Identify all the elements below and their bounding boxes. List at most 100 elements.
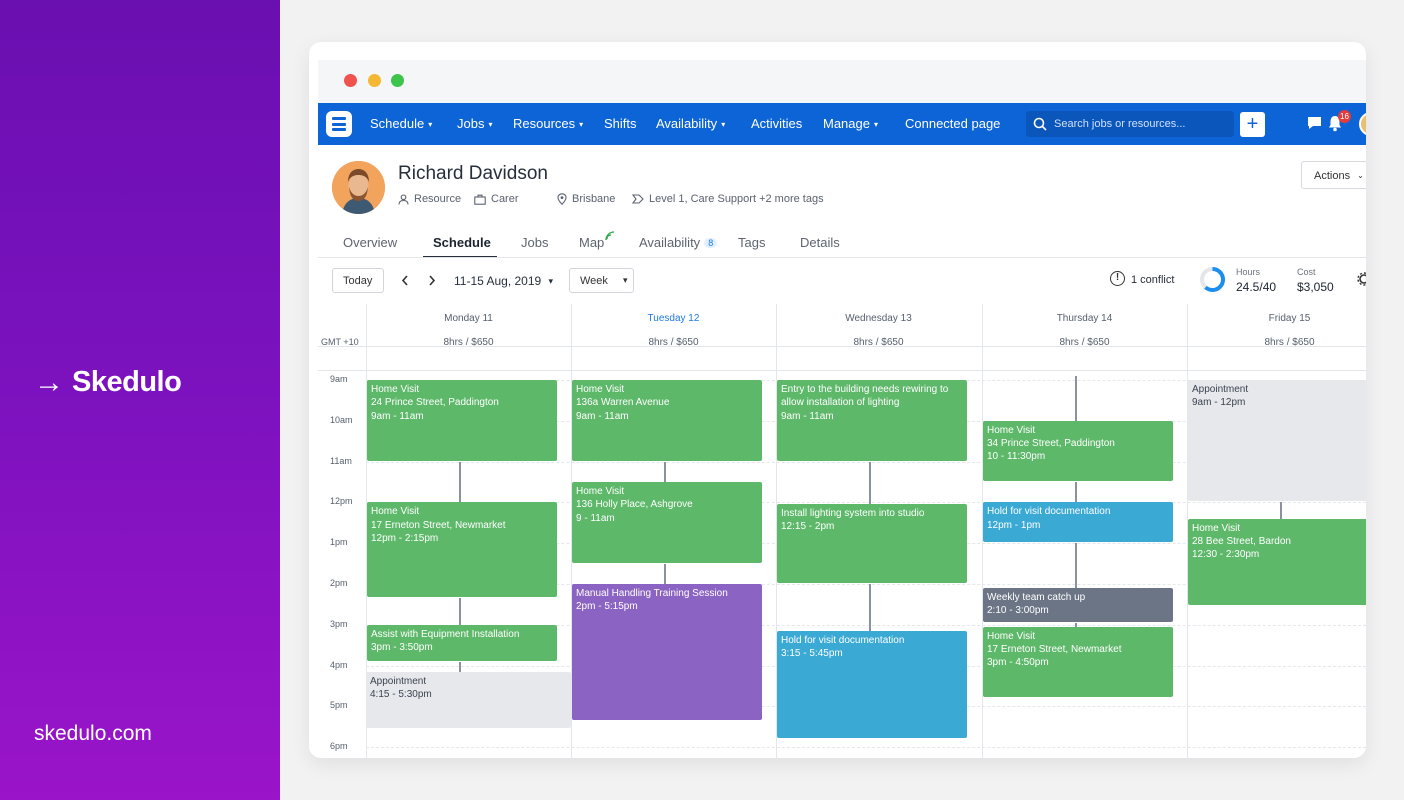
alert-icon: !	[1110, 271, 1125, 286]
tab-label: Details	[800, 235, 840, 250]
nav-item-activities[interactable]: Activities	[751, 116, 802, 131]
tab-map[interactable]: Map	[579, 235, 604, 250]
actions-button[interactable]: Actions ⌄	[1301, 161, 1366, 189]
chat-icon[interactable]	[1306, 115, 1323, 131]
nav-item-jobs[interactable]: Jobs ▾	[457, 116, 492, 131]
event-title: Appointment	[370, 675, 427, 687]
nav-item-availability[interactable]: Availability ▾	[656, 116, 725, 131]
day-header[interactable]: Friday 15	[1187, 313, 1366, 324]
arrow-right-icon: →	[34, 365, 64, 399]
chevron-down-icon: ⌄	[1357, 171, 1364, 180]
app-logo-icon[interactable]	[326, 111, 352, 137]
tab-availability[interactable]: Availability 8	[639, 235, 718, 250]
calendar-event[interactable]: Appointment 9am - 12pm	[1188, 380, 1366, 502]
calendar-event[interactable]: Hold for visit documentation 3:15 - 5:45p…	[777, 630, 967, 739]
add-button[interactable]: +	[1240, 112, 1265, 137]
tab-schedule[interactable]: Schedule	[433, 235, 491, 250]
close-window-dot[interactable]	[344, 74, 357, 87]
calendar-event[interactable]: Home Visit 34 Prince Street, Paddington 10…	[983, 420, 1173, 481]
view-select[interactable]: Week ▾	[569, 268, 634, 293]
hour-gridline	[366, 747, 1366, 749]
tab-jobs[interactable]: Jobs	[521, 235, 548, 250]
hour-label: 12pm	[330, 496, 353, 507]
day-header[interactable]: Wednesday 13	[776, 313, 981, 324]
event-title: Home Visit	[371, 506, 420, 518]
tab-label: Availability	[639, 235, 701, 250]
actions-label: Actions	[1314, 170, 1351, 182]
hour-label: 6pm	[330, 741, 348, 752]
calendar-event[interactable]: Home Visit 17 Erneton Street, Newmarket 12…	[367, 502, 557, 598]
week-calendar: GMT +10 9am 10am 11am 12pm 1pm 2pm 3pm 4pm 5pm 6p…	[318, 304, 1366, 758]
event-title: Home Visit	[987, 630, 1036, 642]
event-title: Home Visit	[576, 384, 625, 395]
search-input[interactable]	[1054, 116, 1230, 132]
nav-item-shifts[interactable]: Shifts	[604, 116, 637, 131]
browser-window: Schedule ▾ Jobs ▾ Resources ▾ Shifts Availabili…	[309, 42, 1366, 758]
calendar-event[interactable]: Install lighting system into studio 12:15…	[777, 503, 967, 583]
minimize-window-dot[interactable]	[368, 74, 381, 87]
day-summary: 8hrs / $650	[443, 337, 494, 348]
hours-label: Hours	[1236, 267, 1261, 277]
nav-item-resources[interactable]: Resources ▾	[513, 116, 583, 131]
day-summary: 8hrs / $650	[1059, 337, 1110, 348]
calendar-event[interactable]: Home Visit 17 Erneton Street, Newmarket 3p…	[983, 626, 1173, 698]
day-summary: 8hrs / $650	[853, 337, 904, 348]
event-title: Install lighting system into studio	[781, 507, 925, 519]
calendar-event[interactable]: Hold for visit documentation 12pm - 1pm	[983, 502, 1173, 543]
travel-connector	[1075, 543, 1077, 589]
day-header[interactable]: Thursday 14	[982, 313, 1187, 324]
event-time: 9am - 11am	[371, 410, 424, 422]
conflict-count[interactable]: 1 conflict	[1131, 274, 1174, 286]
tab-overview[interactable]: Overview	[343, 235, 397, 250]
travel-connector	[459, 461, 461, 503]
hour-label: 5pm	[330, 700, 348, 711]
event-title: Weekly team catch up	[987, 592, 1086, 604]
nav-item-manage[interactable]: Manage ▾	[823, 116, 878, 131]
nav-item-schedule[interactable]: Schedule ▾	[370, 116, 432, 131]
meta-tags[interactable]: Level 1, Care Support +2 more tags	[632, 193, 824, 205]
calendar-event[interactable]: Assist with Equipment Installation 3pm - …	[367, 624, 557, 661]
calendar-event[interactable]: Manual Handling Training Session 2pm - 5:…	[572, 584, 762, 720]
event-time: 9 - 11am	[576, 512, 615, 524]
live-signal-icon	[605, 231, 615, 241]
tab-tags[interactable]: Tags	[738, 235, 765, 250]
calendar-event[interactable]: Home Visit 28 Bee Street, Bardon 12:30 - 2…	[1188, 518, 1366, 606]
person-icon	[398, 193, 409, 205]
calendar-event[interactable]: Home Visit 24 Prince Street, Paddington 9a…	[367, 380, 557, 461]
event-address: 136a Warren Avenue	[576, 397, 670, 409]
maximize-window-dot[interactable]	[391, 74, 404, 87]
nav-item-label: Availability	[656, 116, 718, 131]
user-avatar[interactable]	[1359, 112, 1366, 136]
calendar-event[interactable]: Appointment 4:15 - 5:30pm	[366, 671, 571, 728]
window-titlebar	[318, 60, 1366, 103]
nav-item-connected-page[interactable]: Connected page	[905, 116, 1000, 131]
chevron-right-icon[interactable]	[428, 275, 436, 286]
hours-value: 24.5/40	[1236, 280, 1277, 294]
brand-name: Skedulo	[72, 366, 182, 398]
event-time: 12:30 - 2:30pm	[1192, 549, 1260, 561]
chevron-down-icon: ▾	[873, 120, 878, 129]
search-box[interactable]	[1026, 111, 1234, 137]
date-range-picker[interactable]: 11-15 Aug, 2019 ▾	[454, 274, 553, 288]
day-header[interactable]: Monday 11	[366, 313, 571, 324]
nav-item-label: Connected page	[905, 116, 1001, 131]
event-title: Hold for visit documentation	[781, 634, 905, 646]
day-header[interactable]: Tuesday 12	[571, 313, 776, 324]
tags-text: Level 1, Care Support +2 more tags	[649, 193, 824, 205]
travel-connector	[459, 661, 461, 672]
resource-name: Richard Davidson	[398, 163, 548, 184]
calendar-event[interactable]: Home Visit 136 Holly Place, Ashgrove 9 - 1…	[572, 482, 762, 563]
meta-role: Resource	[398, 193, 461, 205]
search-icon	[1033, 117, 1047, 131]
chevron-left-icon[interactable]	[401, 275, 409, 286]
nav-item-label: Resources	[513, 116, 576, 131]
calendar-event[interactable]: Home Visit 136a Warren Avenue 9am - 11am	[572, 380, 762, 461]
today-button[interactable]: Today	[332, 268, 384, 293]
gear-icon[interactable]	[1357, 272, 1366, 286]
event-time: 9am - 12pm	[1192, 397, 1246, 409]
chevron-down-icon: ▾	[579, 120, 584, 129]
tab-details[interactable]: Details	[800, 235, 840, 250]
calendar-event[interactable]: Entry to the building needs rewiring to …	[777, 380, 967, 461]
calendar-event[interactable]: Weekly team catch up 2:10 - 3:00pm	[983, 588, 1173, 622]
brand-panel: → Skedulo skedulo.com	[0, 0, 280, 800]
